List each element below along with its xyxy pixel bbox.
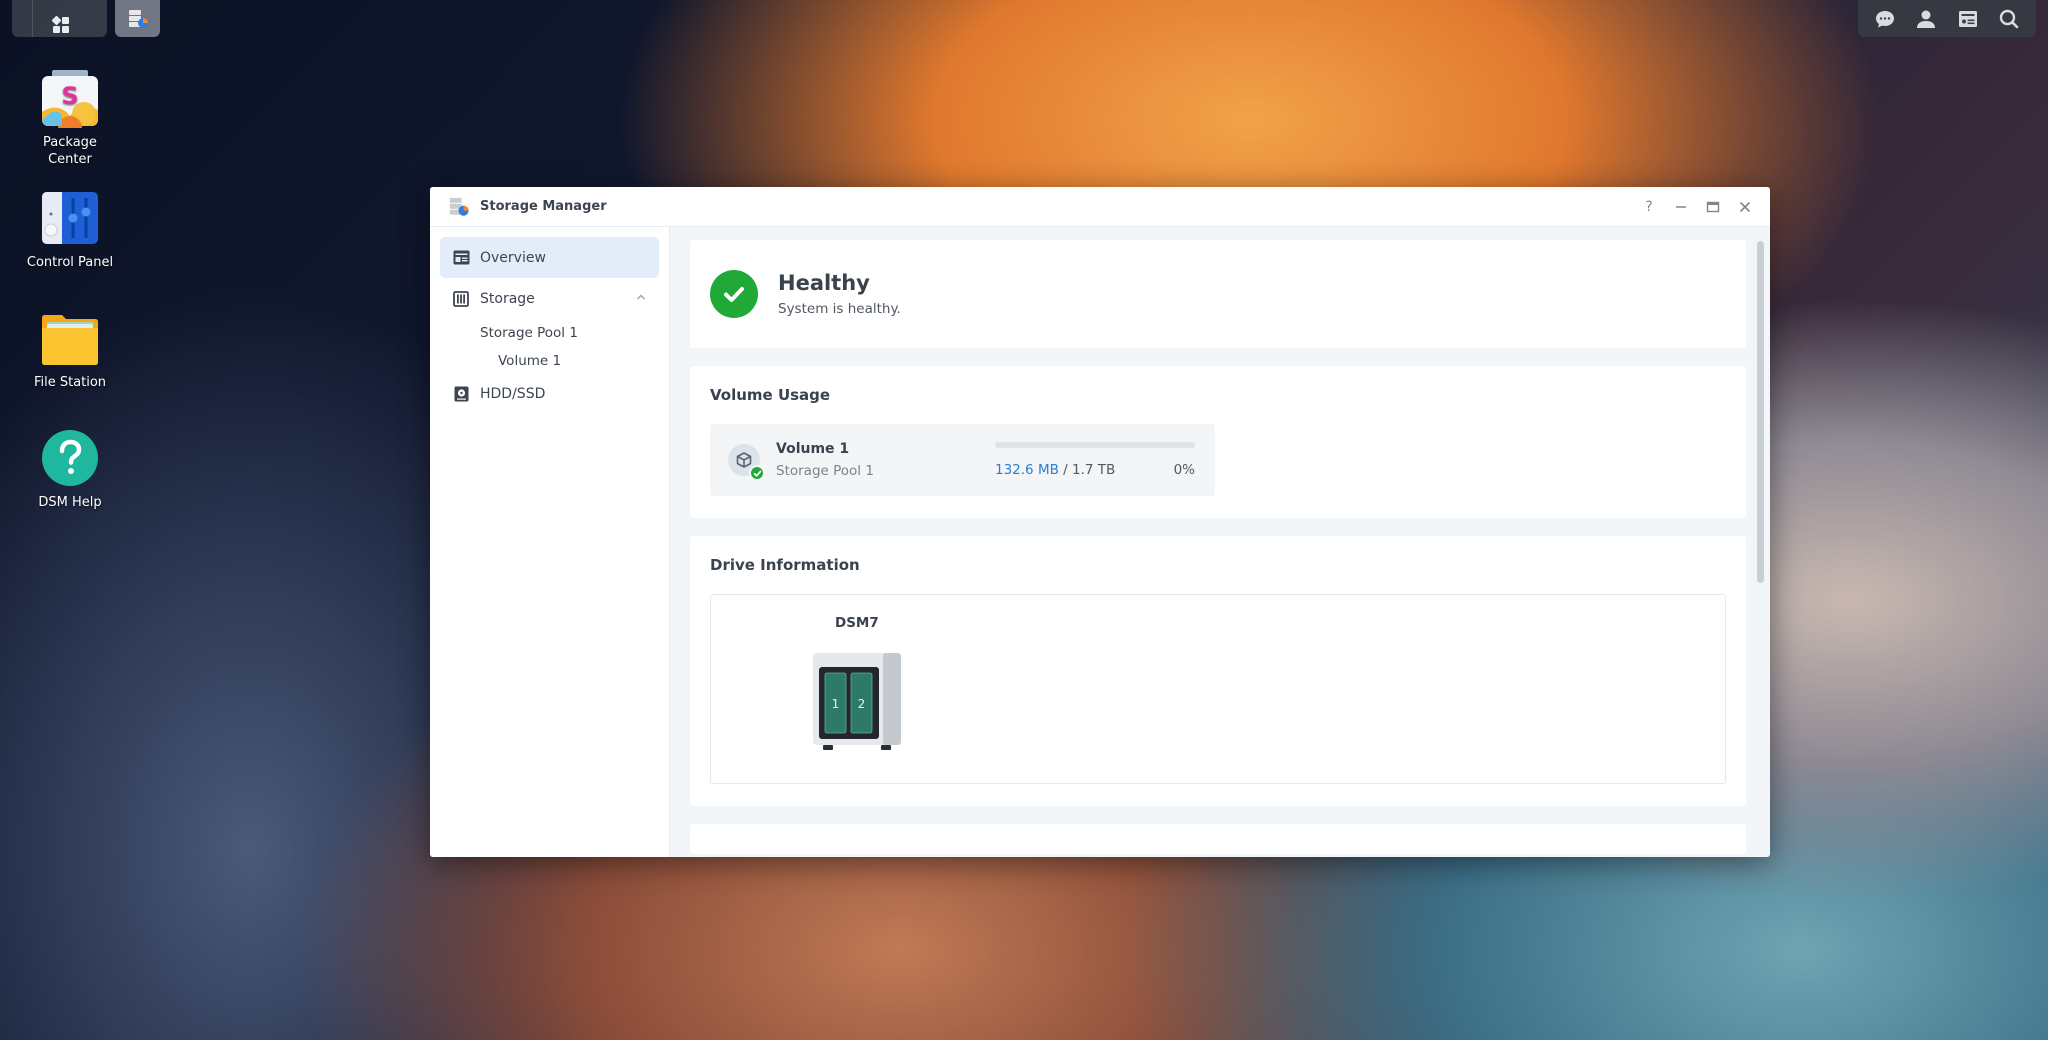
desktop-icon-file-station[interactable]: File Station (20, 308, 120, 391)
used-space: 132.6 MB (995, 462, 1059, 478)
control-panel-icon (40, 188, 100, 248)
drive-bay-2[interactable]: 2 (850, 672, 873, 734)
storage-icon (452, 290, 470, 308)
hdd-icon (452, 385, 470, 403)
chevron-up-icon[interactable] (635, 291, 647, 303)
storage-manager-window: Storage Manager ? Overview Storage Stora… (430, 187, 1770, 857)
desktop-icon-control-panel[interactable]: Control Panel (20, 188, 120, 271)
minimize-button[interactable] (1672, 198, 1690, 216)
health-title: Healthy (778, 271, 870, 295)
volume-name: Volume 1 (776, 441, 850, 457)
close-button[interactable] (1736, 198, 1754, 216)
sidebar-nav: Overview Storage Storage Pool 1 Volume 1… (430, 227, 670, 857)
check-icon (724, 287, 744, 302)
window-titlebar[interactable]: Storage Manager ? (430, 187, 1770, 227)
nas-device-icon[interactable]: 1 2 (811, 651, 903, 753)
desktop-icon-package-center[interactable]: S Package Center (20, 68, 120, 168)
chat-icon (1875, 10, 1894, 27)
content-scrollbar[interactable] (1757, 241, 1764, 583)
sidebar-item-storage-pool-1[interactable]: Storage Pool 1 (440, 319, 659, 347)
storage-manager-icon (128, 9, 148, 28)
maximize-icon (1706, 201, 1720, 212)
sidebar-item-volume-1[interactable]: Volume 1 (440, 347, 659, 375)
device-name: DSM7 (835, 615, 879, 631)
notifications-button[interactable] (1872, 6, 1898, 32)
volume-pool: Storage Pool 1 (776, 463, 874, 479)
svg-text:S: S (61, 82, 78, 110)
desktop-icon-label: Control Panel (26, 255, 114, 270)
dsm-help-icon (40, 428, 100, 488)
desktop-icon-label: Package Center (43, 135, 97, 167)
taskbar-right (1858, 0, 2036, 37)
usage-percent: 0% (1173, 462, 1195, 478)
widgets-icon (1958, 10, 1977, 27)
next-card (690, 824, 1746, 854)
help-icon: ? (1645, 198, 1653, 215)
main-menu-button[interactable] (12, 0, 107, 37)
help-button[interactable]: ? (1640, 198, 1658, 216)
taskbar-storage-manager[interactable] (115, 0, 160, 37)
taskbar-left (12, 0, 160, 37)
close-icon (1739, 201, 1751, 212)
sidebar-item-label: Overview (480, 249, 546, 266)
search-button[interactable] (1996, 6, 2022, 32)
usage-progress-bar (995, 442, 1195, 448)
drive-information-card: Drive Information DSM7 1 2 (690, 536, 1746, 806)
window-title: Storage Manager (480, 199, 607, 214)
drive-information-title: Drive Information (710, 556, 860, 574)
user-button[interactable] (1913, 6, 1939, 32)
sidebar-item-label: HDD/SSD (480, 386, 546, 402)
search-icon (2000, 9, 2019, 28)
healthy-check-icon (749, 465, 765, 481)
window-controls: ? (1640, 198, 1754, 216)
package-center-icon: S (40, 68, 100, 140)
overview-icon (452, 249, 470, 267)
usage-separator: / (1058, 462, 1072, 478)
svg-text:1: 1 (832, 697, 840, 711)
sidebar-item-storage[interactable]: Storage (440, 278, 659, 319)
main-content: Healthy System is healthy. Volume Usage … (670, 227, 1770, 857)
maximize-button[interactable] (1704, 198, 1722, 216)
minimize-icon (1676, 205, 1686, 208)
desktop-icon-dsm-help[interactable]: DSM Help (20, 428, 120, 511)
volume-icon (728, 444, 765, 481)
volume-usage-card: Volume Usage Volume 1 Storage Pool 1 132… (690, 366, 1746, 518)
total-space: 1.7 TB (1072, 462, 1116, 478)
grid-menu-icon (51, 15, 69, 33)
desktop-icon-label: DSM Help (38, 495, 102, 510)
health-card: Healthy System is healthy. (690, 240, 1746, 348)
cube-icon (736, 452, 752, 468)
sidebar-item-hdd-ssd[interactable]: HDD/SSD (440, 375, 659, 413)
drive-bay-1[interactable]: 1 (824, 672, 847, 734)
desktop-icon-label: File Station (33, 375, 107, 390)
health-subtitle: System is healthy. (778, 301, 901, 317)
file-station-icon (40, 308, 100, 368)
widgets-button[interactable] (1955, 6, 1981, 32)
drive-panel: DSM7 1 2 (710, 594, 1726, 784)
sidebar-item-label: Storage (480, 290, 535, 307)
sidebar-item-overview[interactable]: Overview (440, 237, 659, 278)
volume-usage-title: Volume Usage (710, 386, 831, 404)
svg-text:2: 2 (858, 697, 866, 711)
health-status-badge (710, 270, 758, 318)
volume-usage-item[interactable]: Volume 1 Storage Pool 1 132.6 MB / 1.7 T… (710, 424, 1215, 496)
storage-manager-icon (449, 197, 469, 216)
user-icon (1917, 10, 1936, 28)
